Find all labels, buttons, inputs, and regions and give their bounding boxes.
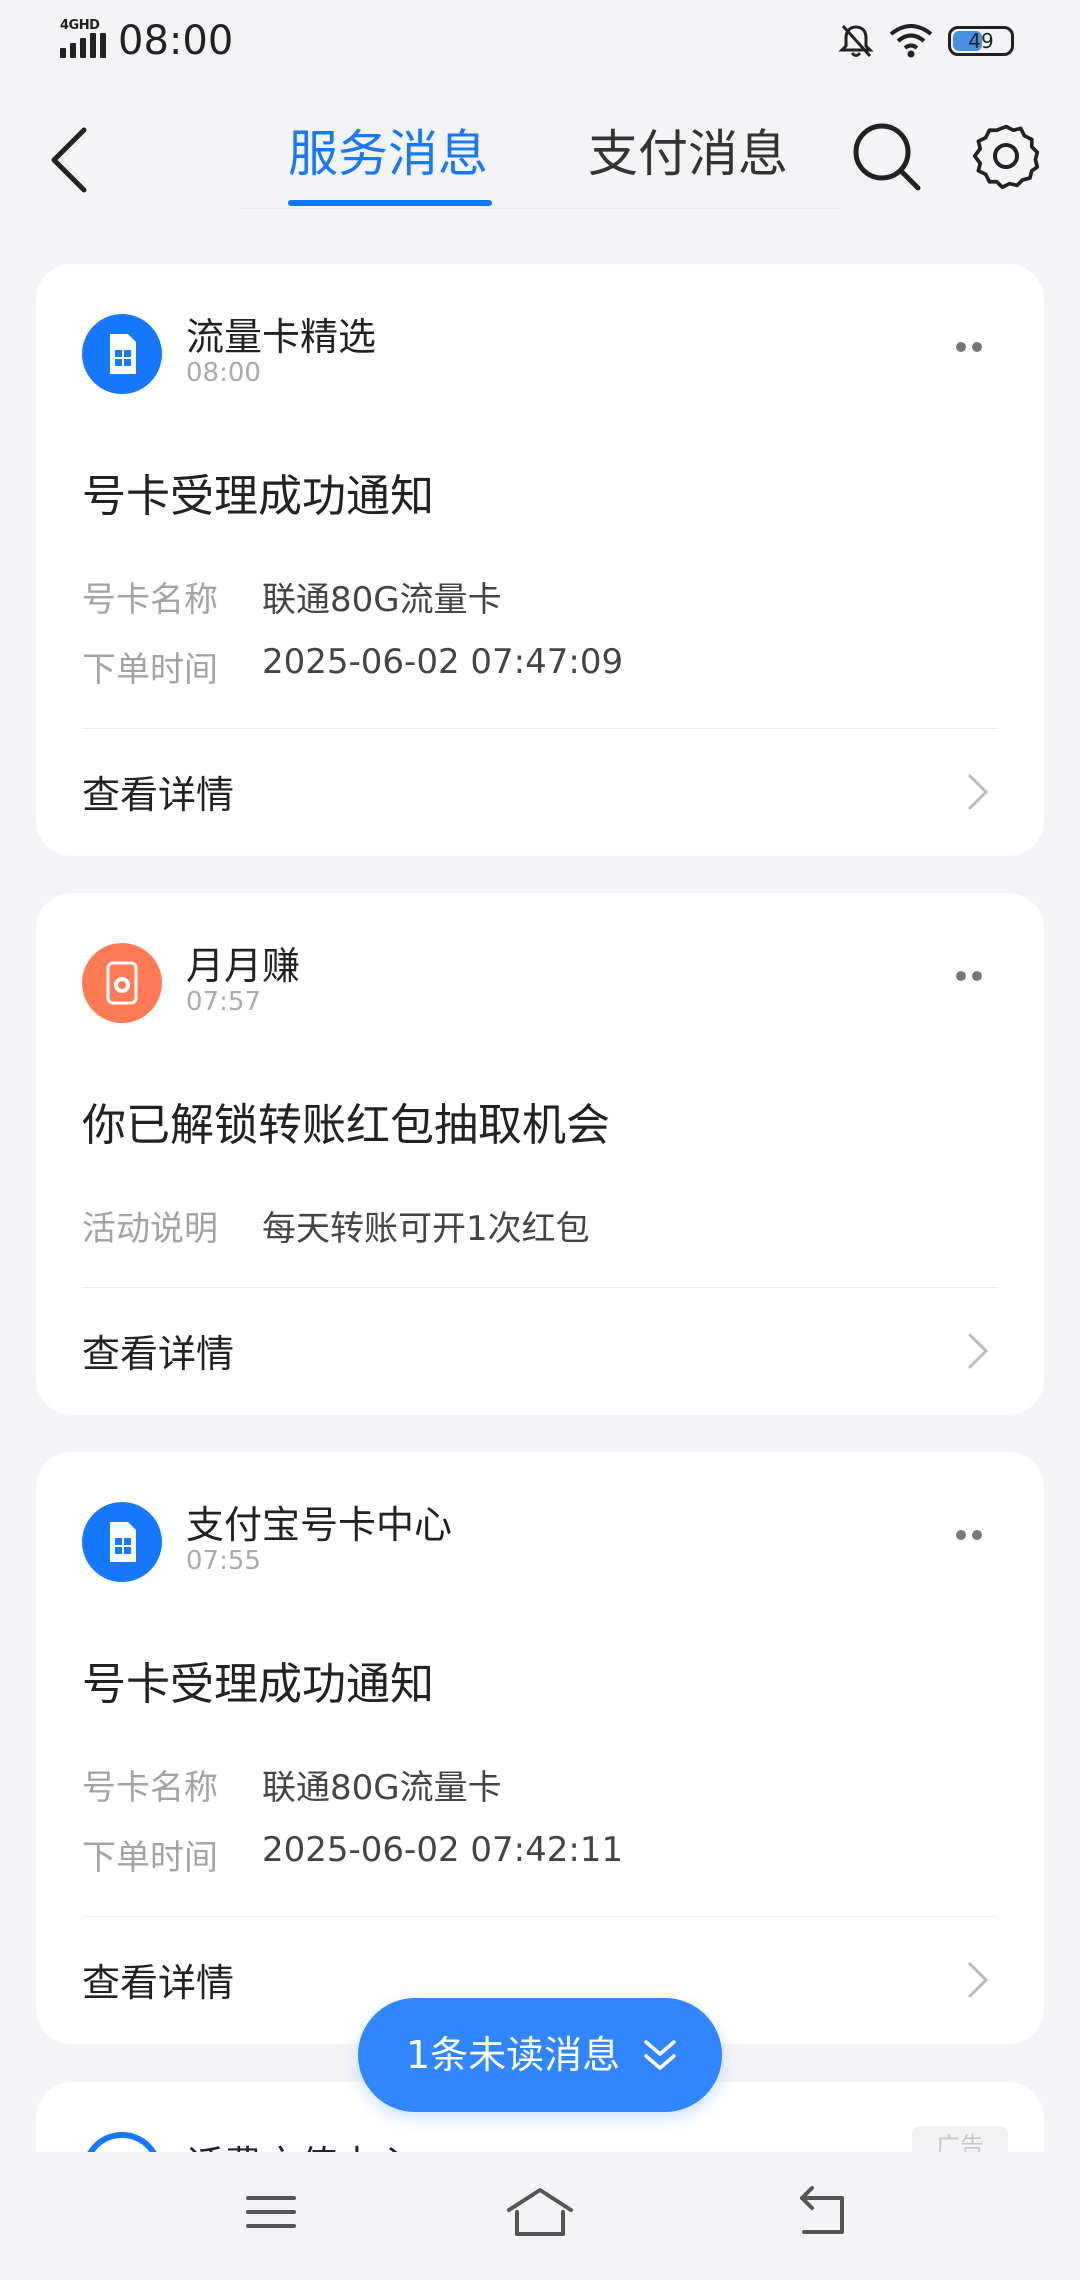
card-time: 07:57 (186, 987, 261, 1017)
card-sender: 支付宝号卡中心 (186, 1503, 453, 1547)
tab-payment-messages[interactable]: 支付消息 (588, 114, 788, 194)
sim-card-avatar-icon (82, 1502, 162, 1582)
wifi-icon (889, 24, 933, 58)
card-title: 号卡受理成功通知 (82, 471, 434, 522)
status-time: 08:00 (118, 18, 234, 64)
message-card[interactable]: 支付宝号卡中心 07:55 号卡受理成功通知 号卡名称 联通80G流量卡 下单时… (36, 1452, 1044, 2044)
back-return-icon[interactable] (788, 2182, 858, 2242)
sim-card-avatar-icon (82, 314, 162, 394)
field-label: 号卡名称 (82, 1768, 218, 1808)
card-divider (82, 1916, 998, 1917)
card-time: 07:55 (186, 1546, 261, 1576)
view-details-link[interactable]: 查看详情 (82, 764, 234, 819)
status-bar: 4GHD 08:00 49 (0, 0, 1080, 84)
field-value: 2025-06-02 07:42:11 (262, 1830, 624, 1870)
card-sender: 话费充值中心 (186, 2134, 414, 2152)
tab-service-messages[interactable]: 服务消息 (288, 114, 488, 194)
chevron-right-icon[interactable] (964, 1331, 992, 1371)
field-label: 号卡名称 (82, 580, 218, 620)
network-type: 4GHD (60, 18, 100, 33)
card-divider (82, 1287, 998, 1288)
chevron-left-icon[interactable] (40, 120, 106, 200)
card-divider (82, 728, 998, 729)
view-details-link[interactable]: 查看详情 (82, 1323, 234, 1378)
telecom-logo-avatar-icon (82, 2132, 162, 2152)
menu-icon[interactable] (236, 2182, 306, 2242)
ad-badge[interactable]: 广告 (912, 2126, 1008, 2152)
field-value: 2025-06-02 07:47:09 (262, 642, 624, 682)
field-label: 下单时间 (82, 650, 218, 690)
unread-label: 1条未读消息 (406, 2033, 621, 2077)
chevron-right-icon[interactable] (964, 1960, 992, 2000)
field-label: 下单时间 (82, 1838, 218, 1878)
field-label: 活动说明 (82, 1209, 218, 1249)
system-nav-bar (0, 2152, 1080, 2280)
signal-icon: 4GHD (60, 18, 106, 58)
home-icon[interactable] (505, 2182, 575, 2242)
chevron-right-icon[interactable] (964, 772, 992, 812)
card-time: 08:00 (186, 358, 261, 388)
card-title: 你已解锁转账红包抽取机会 (82, 1100, 610, 1151)
field-value: 联通80G流量卡 (262, 1768, 502, 1808)
header: 服务消息 支付消息 (0, 100, 1080, 220)
unread-messages-button[interactable]: 1条未读消息 (358, 1998, 722, 2112)
message-card[interactable]: 月月赚 07:57 你已解锁转账红包抽取机会 活动说明 每天转账可开1次红包 查… (36, 893, 1044, 1415)
double-chevron-down-icon (644, 2040, 676, 2070)
active-tab-indicator (288, 200, 492, 206)
card-sender: 月月赚 (186, 944, 301, 988)
message-card[interactable]: 流量卡精选 08:00 号卡受理成功通知 号卡名称 联通80G流量卡 下单时间 … (36, 264, 1044, 856)
more-dots-icon[interactable] (956, 342, 982, 352)
battery-icon: 49 (948, 26, 1014, 56)
bell-muted-icon (838, 24, 874, 58)
card-title: 号卡受理成功通知 (82, 1659, 434, 1710)
battery-level: 49 (968, 29, 994, 53)
tab-divider (240, 208, 840, 209)
gear-icon[interactable] (968, 118, 1044, 194)
more-dots-icon[interactable] (956, 1530, 982, 1540)
phone-red-packet-avatar-icon (82, 943, 162, 1023)
card-sender: 流量卡精选 (186, 315, 377, 359)
view-details-link[interactable]: 查看详情 (82, 1952, 234, 2007)
more-dots-icon[interactable] (956, 971, 982, 981)
field-value: 每天转账可开1次红包 (262, 1209, 590, 1249)
field-value: 联通80G流量卡 (262, 580, 502, 620)
search-icon[interactable] (848, 118, 924, 194)
